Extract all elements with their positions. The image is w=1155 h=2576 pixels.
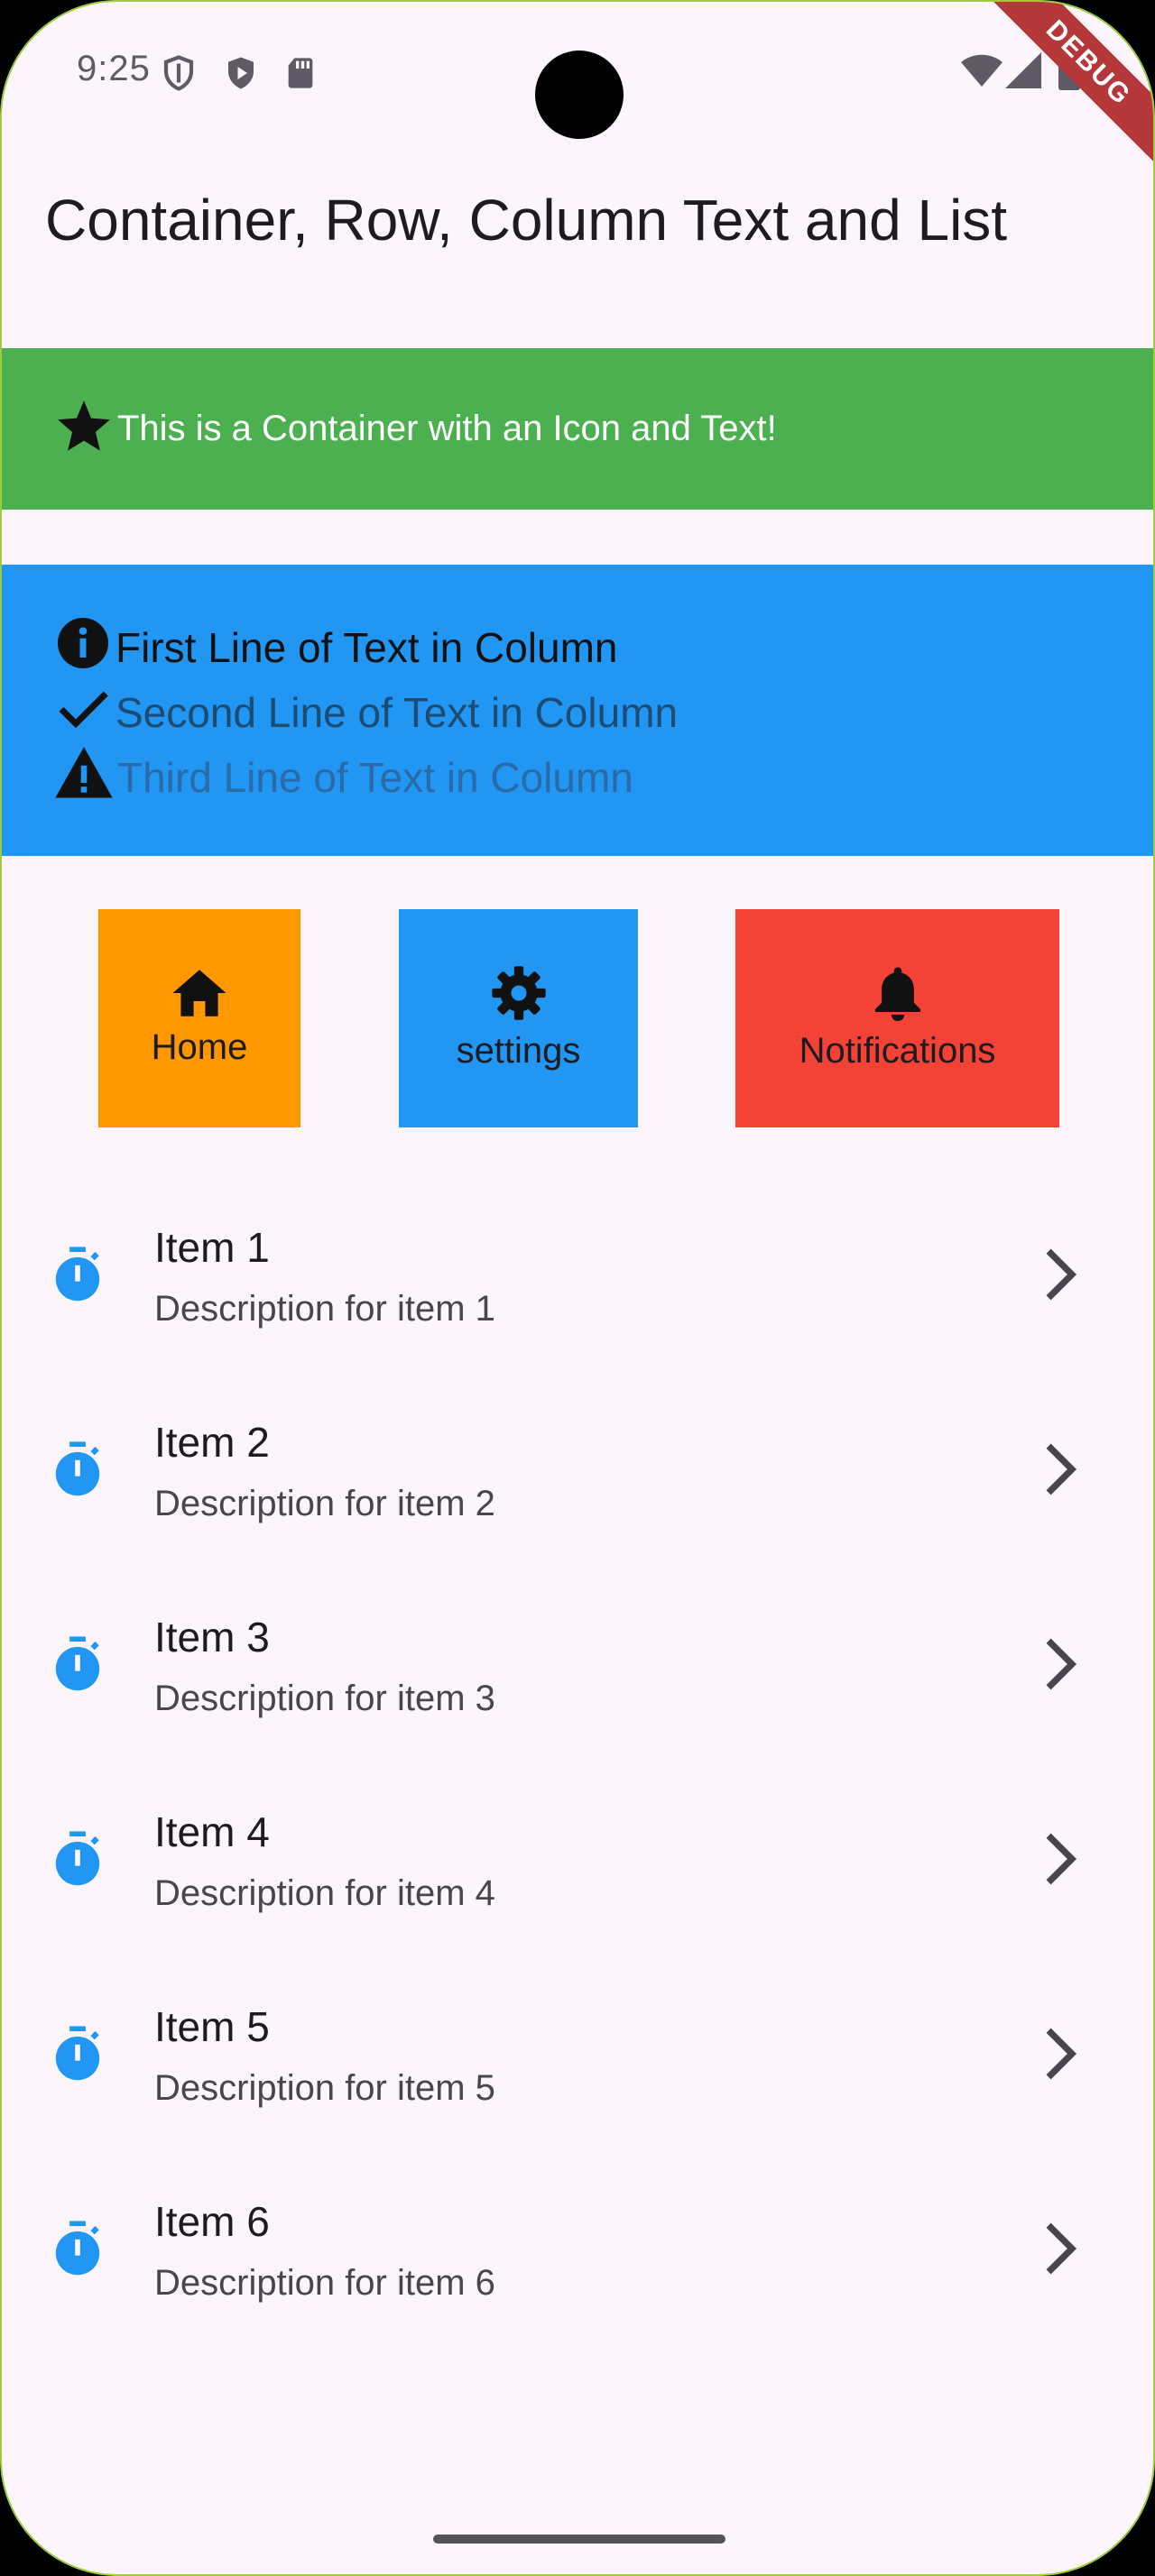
- column-text-3: Third Line of Text in Column: [117, 754, 633, 801]
- warning-icon: [54, 743, 114, 813]
- list-item-title: Item 6: [154, 2198, 270, 2245]
- list-item-subtitle: Description for item 2: [154, 1484, 495, 1523]
- bell-icon: [872, 965, 924, 1026]
- container-text: This is a Container with an Icon and Tex…: [117, 409, 777, 448]
- chevron-right-icon: [1038, 1831, 1083, 1891]
- shield-outline-icon: [160, 54, 198, 97]
- list-item[interactable]: Item 5 Description for item 5: [2, 1954, 1153, 2148]
- page-title: Container, Row, Column Text and List: [45, 188, 1008, 253]
- chevron-right-icon: [1038, 2221, 1083, 2281]
- signal-icon: [1005, 52, 1041, 93]
- chevron-right-icon: [1038, 1247, 1083, 1307]
- home-label: Home: [151, 1027, 248, 1067]
- home-tile[interactable]: Home: [98, 909, 300, 1127]
- home-icon: [171, 969, 227, 1022]
- notifications-tile[interactable]: Notifications: [735, 909, 1059, 1127]
- timer-icon: [52, 1636, 103, 1697]
- icon-text-container: This is a Container with an Icon and Tex…: [2, 348, 1153, 510]
- list-item-title: Item 4: [154, 1808, 270, 1855]
- column-line-1: First Line of Text in Column: [54, 615, 1153, 680]
- column-line-3: Third Line of Text in Column: [54, 745, 1153, 810]
- info-icon: [54, 614, 112, 682]
- sd-card-icon: [282, 54, 319, 97]
- timer-icon: [52, 1831, 103, 1891]
- list-item[interactable]: Item 2 Description for item 2: [2, 1369, 1153, 1564]
- list-item-subtitle: Description for item 1: [154, 1289, 495, 1329]
- status-time: 9:25: [77, 49, 151, 88]
- list-item[interactable]: Item 1 Description for item 1: [2, 1174, 1153, 1369]
- list-item-title: Item 5: [154, 2003, 270, 2050]
- shield-play-icon: [222, 54, 260, 97]
- settings-tile[interactable]: settings: [399, 909, 638, 1127]
- status-bar: 9:25 DEBUG: [2, 2, 1153, 176]
- list-item[interactable]: Item 4 Description for item 4: [2, 1759, 1153, 1954]
- home-indicator[interactable]: [433, 2535, 725, 2544]
- item-list: Item 1 Description for item 1 Item 2 Des…: [2, 1174, 1153, 2343]
- text-column: First Line of Text in Column Second Line…: [2, 565, 1153, 856]
- list-item-subtitle: Description for item 3: [154, 1679, 495, 1718]
- front-camera: [535, 51, 624, 139]
- star-icon: [54, 397, 114, 461]
- list-item-title: Item 2: [154, 1419, 270, 1466]
- check-icon: [54, 679, 112, 747]
- list-item-title: Item 1: [154, 1224, 270, 1271]
- chevron-right-icon: [1038, 1636, 1083, 1697]
- gear-icon: [491, 965, 547, 1026]
- column-line-2: Second Line of Text in Column: [54, 680, 1153, 745]
- list-item[interactable]: Item 6 Description for item 6: [2, 2148, 1153, 2343]
- phone-frame: 9:25 DEBUG Container, Row, Column Text a…: [0, 0, 1155, 2576]
- column-text-2: Second Line of Text in Column: [116, 689, 679, 736]
- settings-label: settings: [456, 1031, 581, 1071]
- list-item-subtitle: Description for item 5: [154, 2068, 495, 2108]
- chevron-right-icon: [1038, 2026, 1083, 2086]
- column-text-1: First Line of Text in Column: [116, 624, 618, 671]
- timer-icon: [52, 1441, 103, 1502]
- list-item-subtitle: Description for item 6: [154, 2263, 495, 2303]
- list-item[interactable]: Item 3 Description for item 3: [2, 1564, 1153, 1759]
- list-item-title: Item 3: [154, 1614, 270, 1661]
- chevron-right-icon: [1038, 1441, 1083, 1502]
- timer-icon: [52, 2221, 103, 2281]
- timer-icon: [52, 2026, 103, 2086]
- notifications-label: Notifications: [799, 1031, 996, 1071]
- list-item-subtitle: Description for item 4: [154, 1873, 495, 1913]
- timer-icon: [52, 1247, 103, 1307]
- wifi-icon: [960, 52, 1003, 93]
